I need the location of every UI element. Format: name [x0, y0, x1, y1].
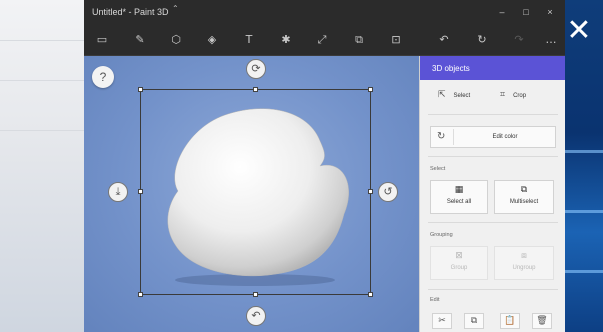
delete-icon[interactable]: 🗑 [532, 313, 552, 329]
window-title: Untitled* - Paint 3D [92, 7, 169, 17]
multiselect-label: Multiselect [509, 199, 539, 205]
divider [428, 289, 558, 290]
redo-icon[interactable]: ↷ [509, 30, 529, 50]
help-button[interactable]: ? [92, 66, 114, 88]
resize-handle-top-right[interactable] [368, 87, 373, 92]
title-bar: Untitled* - Paint 3D ⌃ – □ × [84, 0, 565, 24]
ungroup-button[interactable]: ⧈ Ungroup [494, 246, 554, 280]
canvas-icon[interactable]: ⤢ [312, 30, 332, 50]
ungroup-label: Ungroup [512, 265, 536, 271]
maximize-button[interactable]: □ [519, 6, 533, 18]
multiselect-icon: ⧉ [520, 185, 528, 195]
3d-objects-panel: 3D objects ⇱ Select ⌗ Crop ↻ Edit color Se… [419, 56, 565, 332]
pen-icon[interactable]: ✎ [130, 30, 150, 50]
select-all-label: Select all [446, 199, 472, 205]
divider [428, 222, 558, 223]
text-icon[interactable]: T [239, 30, 259, 50]
divider [428, 114, 558, 115]
rotate-z-back-icon[interactable]: ⤓ [108, 182, 128, 202]
stickers-icon[interactable]: ⧉ [349, 30, 369, 50]
resize-handle-bottom-right[interactable] [368, 292, 373, 297]
resize-handle-top[interactable] [253, 87, 258, 92]
selection-box [140, 89, 371, 295]
2d-shapes-icon[interactable]: ◈ [202, 30, 222, 50]
drawing-canvas[interactable]: ? ⟳ ⤓ ↺ ↶ [84, 56, 419, 332]
crop-label: Crop [513, 93, 527, 99]
cut-icon[interactable]: ✂ [432, 313, 452, 329]
paint3d-window: Untitled* - Paint 3D ⌃ – □ × ▭ ✎ ⬡ ◈ T ✱… [84, 0, 565, 332]
3d-shapes-icon[interactable]: ⬡ [166, 30, 186, 50]
crop-icon: ⌗ [500, 90, 506, 100]
window-close-button[interactable]: × [543, 6, 557, 18]
section-select-label: Select [430, 166, 446, 172]
multiselect-button[interactable]: ⧉ Multiselect [494, 180, 554, 214]
group-button[interactable]: ⊠ Group [430, 246, 488, 280]
effects-icon[interactable]: ✱ [276, 30, 296, 50]
eyedropper-icon: ↻ [437, 131, 446, 142]
select-tool-button[interactable]: ⇱ Select [438, 86, 470, 104]
resize-handle-bottom-left[interactable] [138, 292, 143, 297]
select-all-icon: ▦ [454, 185, 464, 195]
panel-title: 3D objects [420, 56, 565, 80]
copy-icon[interactable]: ⧉ [464, 313, 484, 329]
desktop-background-left [0, 0, 84, 332]
crop-button[interactable]: ⌗ Crop [500, 86, 526, 104]
desktop-background-right [565, 0, 603, 332]
rotate-z-icon[interactable]: ↶ [246, 306, 266, 326]
select-all-button[interactable]: ▦ Select all [430, 180, 488, 214]
close-icon[interactable]: ✕ [566, 16, 592, 46]
cursor-icon: ⇱ [438, 90, 446, 100]
group-icon: ⊠ [455, 251, 463, 261]
section-grouping-label: Grouping [430, 232, 453, 238]
history-icon[interactable]: ↻ [472, 30, 492, 50]
more-icon[interactable]: … [541, 30, 561, 50]
edit-color-label: Edit color [492, 134, 518, 140]
resize-handle-right[interactable] [368, 189, 373, 194]
group-label: Group [450, 265, 468, 271]
divider [428, 156, 558, 157]
rotate-y-icon[interactable]: ↺ [378, 182, 398, 202]
rotate-x-icon[interactable]: ⟳ [246, 59, 266, 79]
undo-icon[interactable]: ↶ [434, 30, 454, 50]
select-tool-label: Select [453, 93, 471, 99]
resize-handle-top-left[interactable] [138, 87, 143, 92]
title-marker: ⌃ [172, 4, 179, 13]
edit-color-button[interactable]: ↻ Edit color [430, 126, 556, 148]
resize-handle-bottom[interactable] [253, 292, 258, 297]
main-toolbar: ▭ ✎ ⬡ ◈ T ✱ ⤢ ⧉ ⊡ ↶ ↻ ↷ … [84, 24, 565, 56]
paste-icon[interactable]: 📋 [500, 313, 520, 329]
minimize-button[interactable]: – [495, 6, 509, 18]
section-edit-label: Edit [430, 297, 440, 303]
ungroup-icon: ⧈ [521, 251, 527, 261]
resize-handle-left[interactable] [138, 189, 143, 194]
remix-icon[interactable]: ⊡ [386, 30, 406, 50]
brushes-icon[interactable]: ▭ [92, 30, 112, 50]
